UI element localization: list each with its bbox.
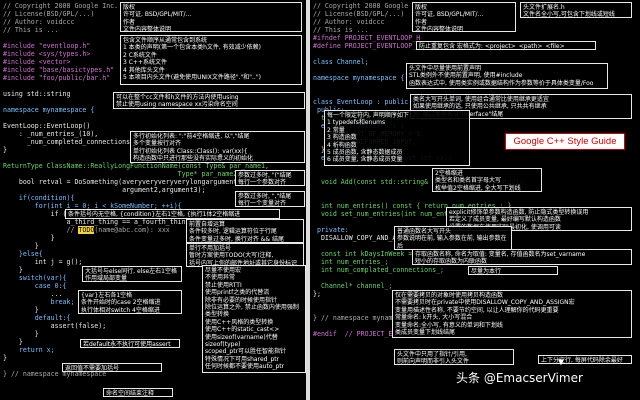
code-line: // Author: voidccc: [3, 18, 75, 26]
annotation-enum: 2空格缩进 类型名和类名首字母大写 枚举值2空格缩进, 全大写下划线: [432, 168, 542, 192]
annotation-default: 若default永不执行可使用assert: [80, 339, 180, 348]
annotation-switch: {var}左右各1空格 条件开始时的case 2空格缩进 执行体相对switch…: [78, 290, 182, 314]
annotation-copyright-right: 版权 许可证, BSD/GPL/MIT/... 作者 文件内容整体说明: [412, 2, 516, 32]
code-line: if(condition){: [3, 194, 75, 202]
code-line: // Copyright 2008 Google Inc.: [3, 2, 119, 10]
style-guide-title: Google C++ Style Guide: [505, 133, 625, 150]
down-arrow-icon: ▼: [558, 357, 565, 368]
code-line: // License(BSD/GPL/...): [3, 10, 95, 18]
code-line: assert(false);: [3, 322, 107, 330]
code-line: namespace mynamespace {: [313, 74, 405, 82]
code-line: int num_entries_;: [313, 258, 389, 266]
code-line: #include <sys/types.h>: [3, 50, 91, 58]
code-line: using std::string: [3, 90, 71, 98]
annotation-blank-lines: 上下分空行, 每屏代码除余最好: [538, 355, 632, 364]
annotation-else: 大括号与else同行, else左右1空格 作用域局部变量: [82, 266, 182, 282]
code-line: switch(var){: [3, 274, 67, 282]
annotation-forward-pointer: 头文件中只用了指针/引用, 则前向声明而非引入头文件: [394, 349, 514, 365]
code-line: }: [3, 242, 39, 250]
todo-highlight: TODO: [78, 226, 95, 234]
code-line: bool retval = DoSomething(averyveryveryv…: [3, 178, 246, 186]
code-line: }: [3, 330, 39, 338]
annotation-general-rules: 尽量不使用宏 不使用异常 禁止使用RTTI 使用printf之类的代替流 除非有…: [202, 265, 306, 373]
code-line: // Copyright 2008 Google Inc.: [313, 2, 429, 10]
annotation-header-filename: 头文件扩展名.h 文件名全小写,可包含下划线或短线: [520, 2, 632, 18]
code-line: namespace mynamespace {: [3, 106, 95, 114]
annotation-return: 返回值不需要加括号: [62, 363, 162, 372]
code-line: // This is ...: [313, 26, 369, 34]
code-line: default:{: [3, 314, 71, 322]
code-line: return x;: [3, 346, 55, 354]
annotation-declaration-order: 每一个限定符内, 声明顺序如下 1 typedefs和enums 2 常量 3 …: [324, 110, 470, 166]
annotation-include-guard: 防止重复包含 宏格式为: <project>_<path>_<file>_: [416, 41, 596, 50]
code-line: int num_complated_connections_;: [313, 266, 445, 274]
annotation-params-2: 参数过多时, ","结尾 每行一个变量对齐: [235, 191, 305, 207]
code-line: break;: [3, 298, 75, 306]
code-line: }: [3, 266, 23, 274]
annotation-forward-decl: 头文件中尽量使用前置声明 STL类例外不使用前置声明, 使用#include 函…: [406, 63, 608, 89]
code-line: }: [3, 338, 23, 346]
code-line: a_third_thing == a_fourth_thing){: [3, 218, 198, 226]
watermark-logo: 头条 @EmacserVimer: [456, 371, 583, 385]
code-line: #include <vector>: [3, 58, 71, 66]
code-line: EventLoop::EventLoop(): [3, 122, 91, 130]
code-line: int j = g();: [3, 258, 83, 266]
code-line: class Channel;: [313, 58, 369, 66]
annotation-for-loop: 前置自增运算 条件较多时, 逻辑运算符位于行尾 条件变量过多时, 换行对齐 &&…: [186, 219, 304, 243]
code-line: private:: [313, 226, 349, 234]
code-line: // TODO(name@abc.com): xxx: [3, 226, 170, 234]
annotation-namespace-end-left: 命名空间结束注释: [103, 388, 173, 397]
annotation-accessor: 存取函数名称, 命名为取值: 变量名, 存值函数名为set_varname 短小…: [412, 249, 632, 265]
annotation-params-1: 参数过多时, "("结尾 每行一个参数对齐: [235, 170, 305, 186]
source-pane-right: // Copyright 2008 Google Inc.// License(…: [310, 0, 640, 400]
code-line: case 0:{: [3, 282, 67, 290]
annotation-using: 可以在整个cc文件和h文件的方法内使用using 禁止使用using names…: [113, 92, 305, 109]
code-line: #include "eventloop.h": [3, 42, 91, 50]
annotation-copyright-left: 版权 许可证, BSD/GPL/MIT/... 作者 文件内容整体说明: [120, 2, 302, 32]
code-line: #define PROJECT_EVENTLOOP_H_: [313, 42, 425, 50]
code-line: ReturnType ClassName::ReallyLongFunction…: [3, 162, 269, 170]
code-line: }: [3, 146, 7, 154]
code-line: #include "foo/public/bar.h": [3, 74, 111, 82]
code-line: ...: [3, 290, 63, 298]
code-line: Channel* channel_;: [313, 282, 393, 290]
code-line: #ifndef PROJECT_EVENTLOOP_H_: [313, 34, 425, 42]
annotation-include-order: 包含文件顺序从通常包含到系统 1 本类的声明(第一个包含本类h文件, 有效减少依…: [120, 35, 302, 85]
code-line: : _num_entries_(10),: [3, 130, 99, 138]
code-line: // License(BSD/GPL/...): [313, 10, 405, 18]
annotation-todo: 单行不用加括号 暂时方案使用TODO(大写)注释, 括号内写上你的邮件地址或其它…: [186, 243, 304, 267]
code-line: }: [3, 234, 55, 242]
annotation-function-name: 普通函数名大写开头 参数说明在前, 输入参数在前, 输出参数在后 不为参数设置默…: [394, 226, 512, 250]
code-line: }: [3, 354, 7, 362]
code-line: #include "base/basictypes.h": [3, 66, 115, 74]
code-line: }else{: [3, 250, 43, 258]
code-line: argument2,argument3);: [3, 186, 206, 194]
annotation-if-condition: 条件括号内无空格, {condition}左右1空格, {执行1体2空格缩进: [65, 209, 280, 219]
code-line: const int kDaysInWeek = 7;: [313, 250, 425, 258]
annotation-init-list: 多行初始化列表: ":"前4空格缩进, 以","结尾 多个变量按行对齐 单行初始…: [130, 131, 305, 163]
code-line: };: [313, 290, 321, 298]
code-line: Type* par_name2){: [3, 170, 246, 178]
code-line: }: [3, 306, 39, 314]
code-line: // Author: voidccc: [313, 18, 385, 26]
annotation-accessor-naming: 尽量为本行 存取器名称为: 存值为set_变量名: [468, 266, 558, 275]
code-line: // This is ...: [3, 26, 59, 34]
annotation-copy-ctor: 仅在需要拷贝的对象时使用拷贝构造函数 不需要拷贝时在private中使用DISA…: [392, 290, 632, 338]
